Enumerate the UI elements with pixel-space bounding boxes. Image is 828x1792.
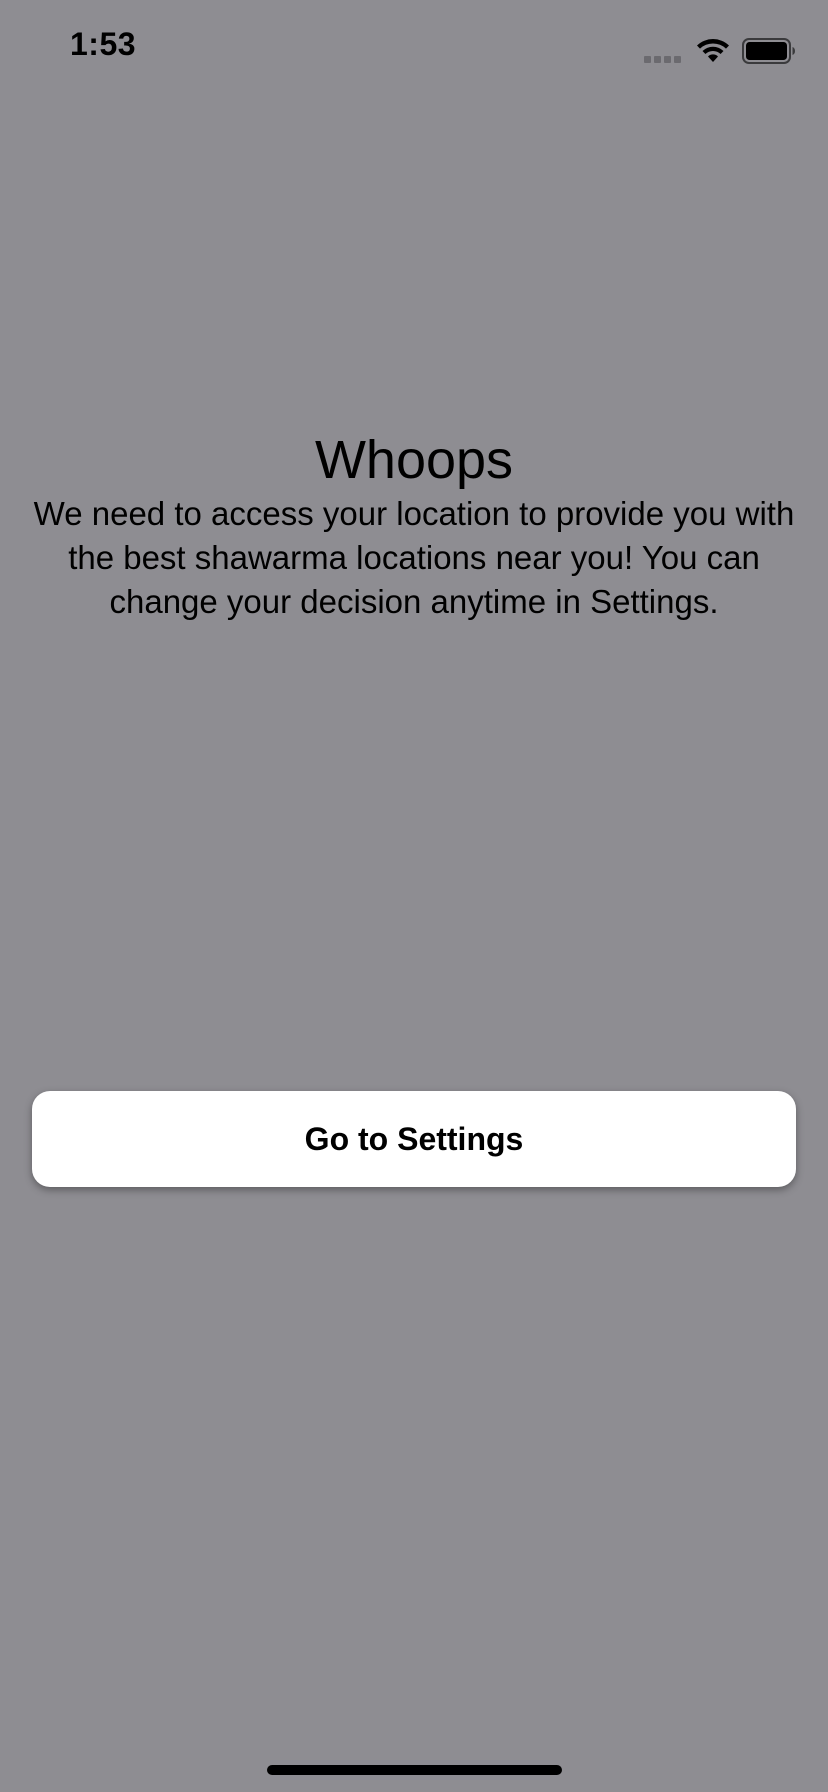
status-icons <box>644 36 796 66</box>
page-title: Whoops <box>314 430 514 490</box>
status-time: 1:53 <box>70 26 137 62</box>
status-bar: 1:53 <box>0 0 828 100</box>
wifi-icon <box>696 38 730 64</box>
battery-icon <box>742 38 796 64</box>
location-permission-message: We need to access your location to provi… <box>33 495 795 620</box>
home-indicator[interactable] <box>267 1765 562 1775</box>
cellular-signal-icon <box>644 49 684 63</box>
permission-message-section: Whoops We need to access your location t… <box>0 428 828 624</box>
go-to-settings-button[interactable]: Go to Settings <box>32 1091 796 1187</box>
